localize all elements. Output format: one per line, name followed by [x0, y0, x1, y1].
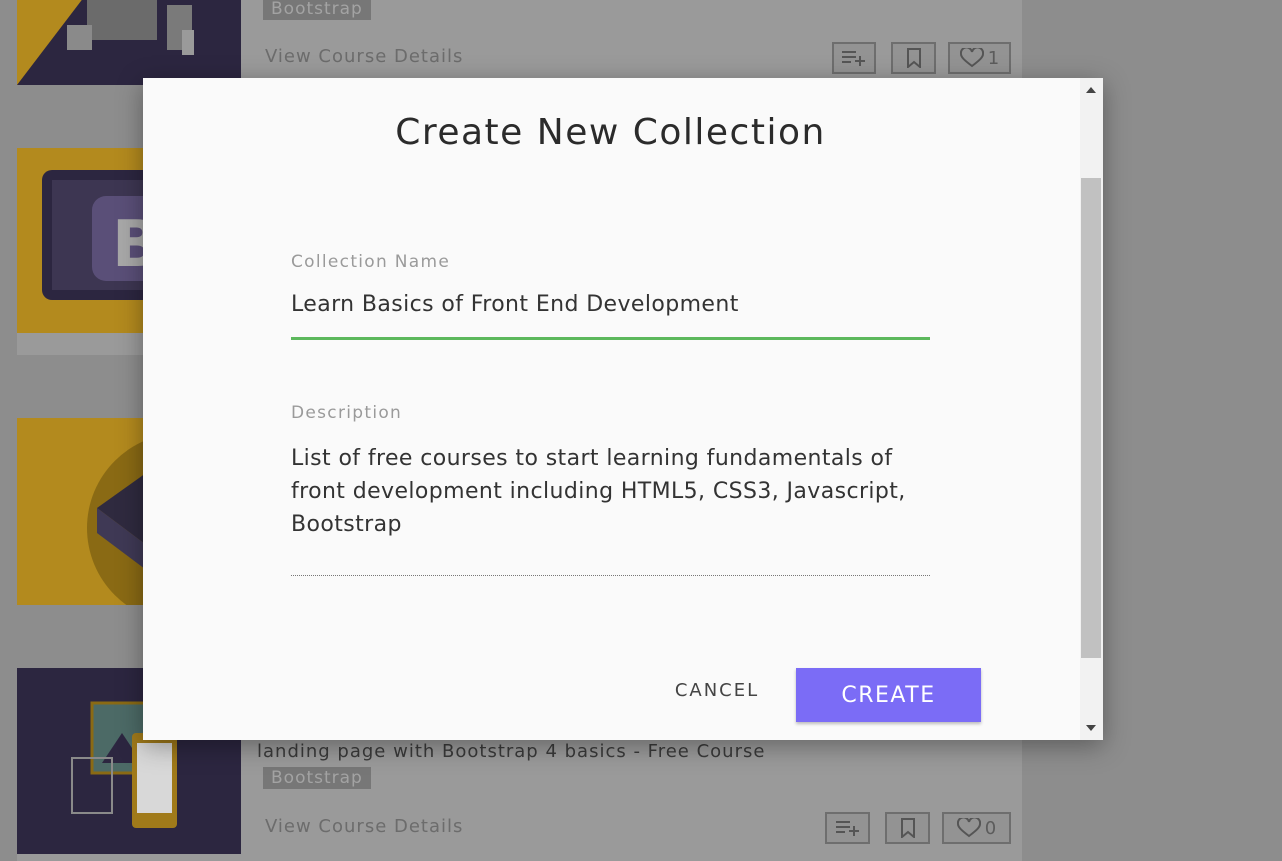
description-textarea[interactable]: List of free courses to start learning f… — [291, 442, 931, 541]
view-course-details-link[interactable]: View Course Details — [265, 46, 463, 67]
bookmark-button[interactable] — [885, 812, 930, 844]
collection-name-label: Collection Name — [291, 252, 451, 272]
view-course-details-link[interactable]: View Course Details — [265, 816, 463, 837]
heart-icon — [956, 818, 981, 838]
like-count: 0 — [984, 817, 997, 839]
create-button[interactable]: CREATE — [796, 668, 981, 722]
description-underline — [291, 575, 930, 576]
playlist-add-icon — [842, 51, 865, 66]
course-title[interactable]: landing page with Bootstrap 4 basics - F… — [257, 741, 765, 762]
create-collection-dialog: Create New Collection Collection Name Le… — [143, 78, 1103, 740]
description-label: Description — [291, 403, 403, 423]
bookmark-icon — [906, 48, 921, 68]
devices-illustration-icon — [17, 0, 241, 85]
bookmark-icon — [900, 818, 915, 838]
course-thumbnail[interactable] — [17, 0, 241, 85]
add-to-collection-button[interactable] — [825, 812, 870, 844]
course-tag[interactable]: Bootstrap — [263, 767, 371, 789]
course-card: Bootstrap View Course Details 1 — [17, 0, 1022, 85]
course-tag[interactable]: Bootstrap — [263, 0, 371, 20]
dialog-title: Create New Collection — [395, 112, 826, 153]
collection-name-underline — [291, 337, 930, 340]
add-to-collection-button[interactable] — [832, 42, 876, 74]
like-count: 1 — [987, 47, 1000, 69]
bookmark-button[interactable] — [891, 42, 936, 74]
heart-icon — [959, 48, 984, 68]
scroll-down-arrow-icon[interactable] — [1086, 725, 1096, 731]
dialog-scrollbar[interactable] — [1080, 78, 1103, 740]
scroll-thumb[interactable] — [1081, 178, 1101, 658]
like-button[interactable]: 0 — [942, 812, 1011, 844]
collection-name-input[interactable]: Learn Basics of Front End Development — [291, 292, 931, 317]
playlist-add-icon — [835, 821, 859, 836]
like-button[interactable]: 1 — [948, 42, 1011, 74]
scroll-up-arrow-icon[interactable] — [1086, 87, 1096, 93]
cancel-button[interactable]: CANCEL — [657, 680, 777, 704]
